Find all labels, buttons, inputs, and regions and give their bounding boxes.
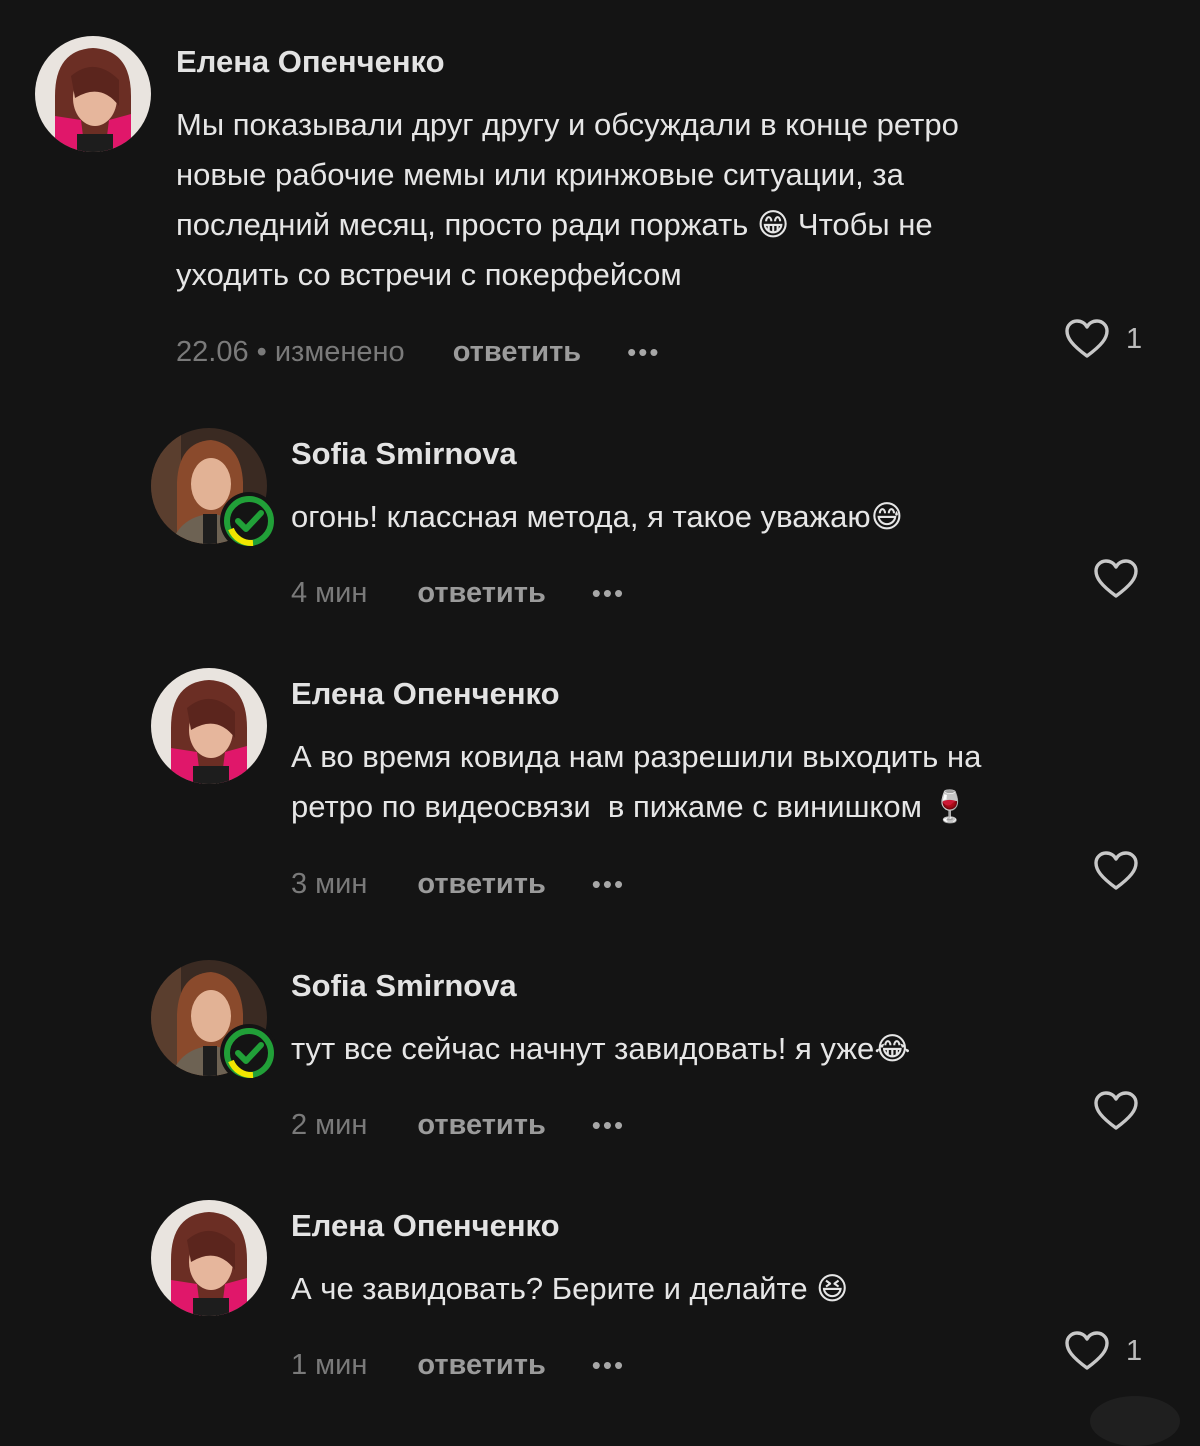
comment-meta: 22.06 • изменено ответить ••• — [176, 336, 660, 369]
like-button[interactable] — [1093, 1090, 1139, 1132]
comment-time: 4 мин — [291, 577, 368, 609]
more-options-button[interactable]: ••• — [592, 1350, 625, 1381]
comment-text: А во время ковида нам разрешили выходить… — [291, 732, 1151, 832]
comment-author[interactable]: Sofia Smirnova — [291, 436, 517, 472]
comment-time: 22.06 • изменено — [176, 336, 405, 368]
heart-icon — [1094, 851, 1138, 890]
comment-meta: 2 мин ответить ••• — [291, 1109, 625, 1142]
laughing-emoji-icon: 😆 — [816, 1271, 849, 1306]
reply-button[interactable]: ответить — [417, 1349, 545, 1382]
avatar[interactable] — [151, 668, 267, 784]
reply-button[interactable]: ответить — [453, 336, 581, 369]
tears-of-joy-emoji-icon: 😂 — [874, 1031, 911, 1066]
comment-time: 2 мин — [291, 1109, 368, 1141]
comment-text: Мы показывали друг другу и обсуждали в к… — [176, 100, 1136, 300]
reply-button[interactable]: ответить — [417, 1109, 545, 1142]
verified-badge — [220, 492, 278, 550]
more-options-button[interactable]: ••• — [592, 1110, 625, 1141]
more-options-button[interactable]: ••• — [592, 869, 625, 900]
like-count: 1 — [1126, 1334, 1143, 1367]
comment-time: 3 мин — [291, 868, 368, 900]
wine-glass-emoji-icon: 🍷 — [930, 789, 970, 824]
comment-text-body: огонь! классная метода, я такое уважаю — [291, 499, 871, 534]
like-button[interactable]: 1 — [1064, 318, 1142, 360]
comment-text: тут все сейчас начнут завидовать! я уже😂 — [291, 1024, 1151, 1074]
heart-icon — [1065, 1331, 1109, 1370]
more-options-button[interactable]: ••• — [592, 578, 625, 609]
comment-time: 1 мин — [291, 1349, 368, 1381]
scroll-button-edge[interactable] — [1090, 1396, 1180, 1446]
heart-icon — [1094, 1091, 1138, 1130]
avatar[interactable] — [151, 1200, 267, 1316]
sweat-smile-emoji-icon: 😅 — [870, 499, 904, 534]
grin-emoji-icon: 😁 — [756, 207, 790, 242]
verified-check-icon — [224, 496, 274, 547]
comment-text-body: А во время ковида нам разрешили выходить… — [291, 739, 982, 824]
heart-icon — [1094, 559, 1138, 598]
like-button[interactable]: 1 — [1064, 1330, 1142, 1372]
like-button[interactable] — [1093, 850, 1139, 892]
verified-badge — [220, 1024, 278, 1082]
verified-check-icon — [224, 1028, 274, 1079]
like-count: 1 — [1126, 322, 1143, 355]
comment-author[interactable]: Елена Опенченко — [291, 676, 560, 712]
comment-meta: 4 мин ответить ••• — [291, 577, 625, 610]
comment-text-body: А че завидовать? Берите и делайте — [291, 1271, 817, 1306]
comment-text: огонь! классная метода, я такое уважаю😅 — [291, 492, 1151, 542]
reply-button[interactable]: ответить — [417, 577, 545, 610]
comment-author[interactable]: Sofia Smirnova — [291, 968, 517, 1004]
comment-author[interactable]: Елена Опенченко — [291, 1208, 560, 1244]
comment-meta: 1 мин ответить ••• — [291, 1349, 625, 1382]
comment-text-body: тут все сейчас начнут завидовать! я уже — [291, 1031, 875, 1066]
like-button[interactable] — [1093, 558, 1139, 600]
comment-text: А че завидовать? Берите и делайте 😆 — [291, 1264, 1151, 1314]
heart-icon — [1065, 319, 1109, 358]
comment-author[interactable]: Елена Опенченко — [176, 44, 445, 80]
more-options-button[interactable]: ••• — [627, 337, 660, 368]
comment-meta: 3 мин ответить ••• — [291, 868, 625, 901]
avatar[interactable] — [35, 36, 151, 152]
reply-button[interactable]: ответить — [417, 868, 545, 901]
